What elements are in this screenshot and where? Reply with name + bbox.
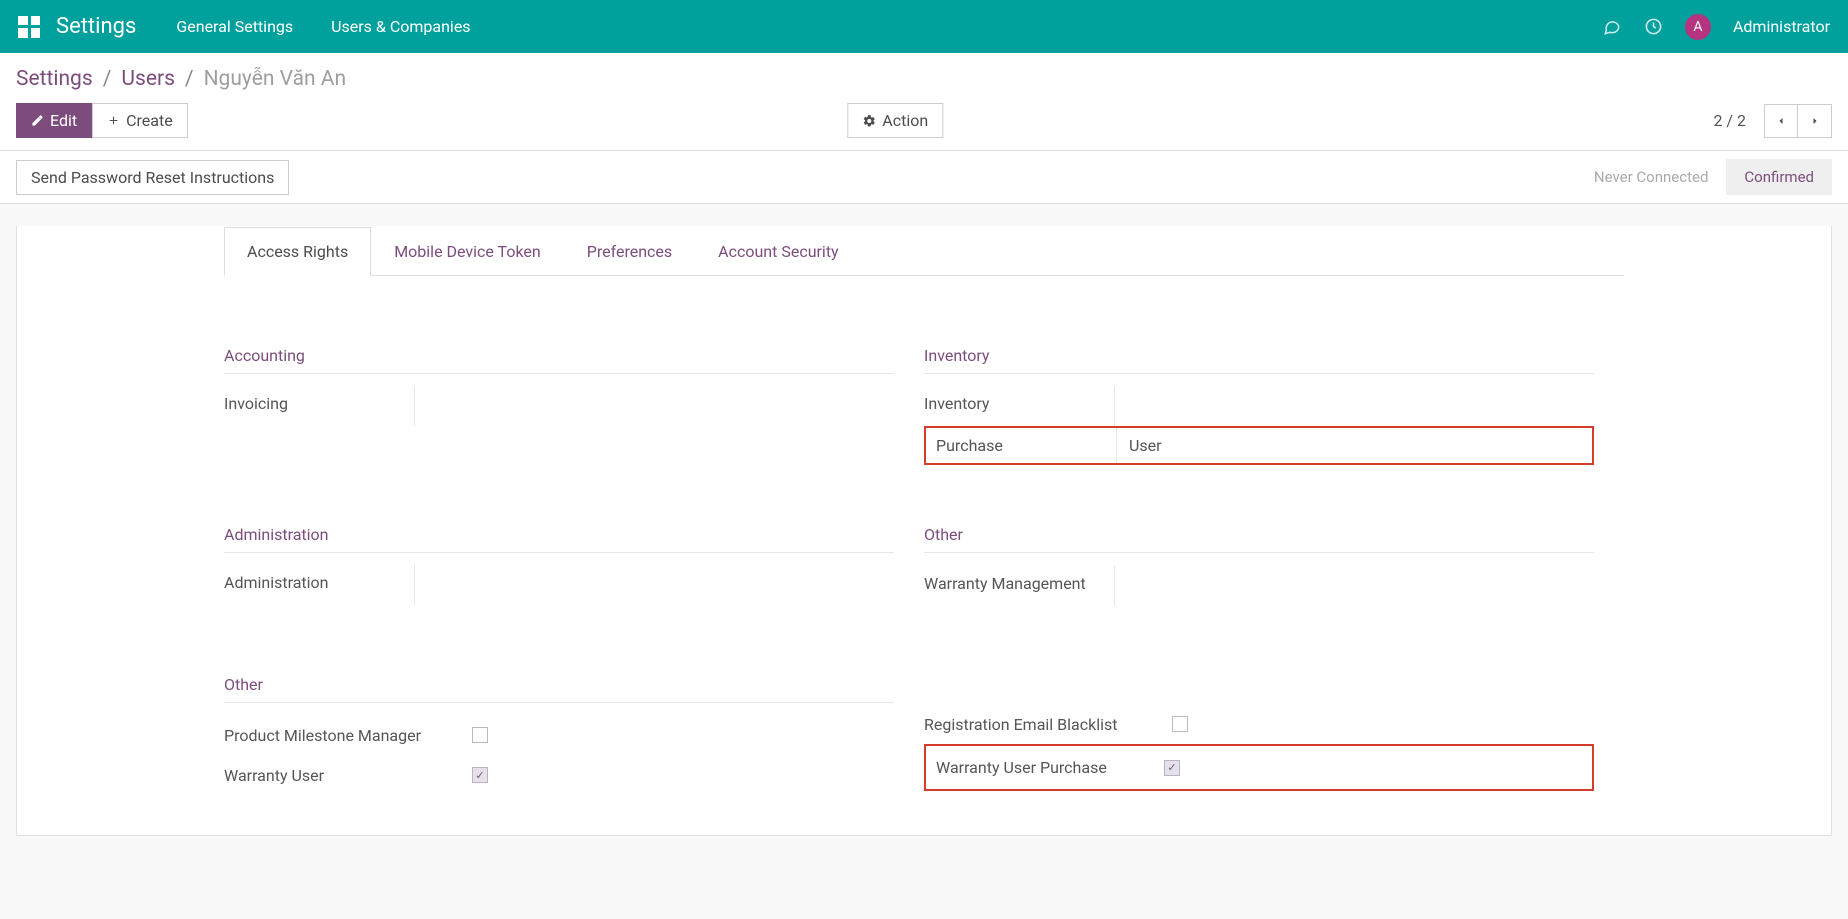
pager-prev[interactable] xyxy=(1764,104,1798,138)
checkbox-warranty-user-purchase[interactable] xyxy=(1164,760,1180,776)
pencil-icon xyxy=(31,114,44,127)
chevron-left-icon xyxy=(1775,114,1787,128)
status-confirmed: Confirmed xyxy=(1726,159,1832,195)
highlight-warranty-user-purchase: Warranty User Purchase xyxy=(924,744,1594,791)
apps-icon[interactable] xyxy=(18,16,40,38)
field-registration-email-blacklist: Registration Email Blacklist xyxy=(924,704,1594,744)
menu-general-settings[interactable]: General Settings xyxy=(176,17,293,36)
app-title: Settings xyxy=(56,14,136,39)
breadcrumb-root[interactable]: Settings xyxy=(16,67,93,91)
clock-icon[interactable] xyxy=(1644,17,1663,36)
tabs: Access Rights Mobile Device Token Prefer… xyxy=(224,226,1624,276)
field-warranty-management-value[interactable] xyxy=(1114,565,1594,605)
chevron-right-icon xyxy=(1809,114,1821,128)
breadcrumb: Settings / Users / Nguyễn Văn An xyxy=(16,67,1832,91)
checkbox-product-milestone-manager[interactable] xyxy=(472,727,488,743)
field-inventory: Inventory xyxy=(924,386,1594,426)
section-accounting: Accounting xyxy=(224,346,894,374)
breadcrumb-bar: Settings / Users / Nguyễn Văn An xyxy=(0,53,1848,91)
action-bar: Edit Create Action 2 / 2 xyxy=(0,91,1848,151)
section-other-right: Other xyxy=(924,525,1594,553)
create-button[interactable]: Create xyxy=(92,103,188,138)
avatar[interactable]: A xyxy=(1685,14,1711,40)
section-other-bottom: Other xyxy=(224,675,894,703)
field-warranty-user: Warranty User xyxy=(224,755,894,795)
field-invoicing-value[interactable] xyxy=(414,386,894,426)
field-administration-value[interactable] xyxy=(414,565,894,605)
edit-button[interactable]: Edit xyxy=(16,103,92,138)
tab-account-security[interactable]: Account Security xyxy=(695,227,861,276)
plus-icon xyxy=(107,114,120,127)
menu-users-companies[interactable]: Users & Companies xyxy=(331,17,470,36)
tab-mobile-device-token[interactable]: Mobile Device Token xyxy=(371,227,564,276)
top-menu: General Settings Users & Companies xyxy=(176,17,470,36)
pager-next[interactable] xyxy=(1798,104,1832,138)
username[interactable]: Administrator xyxy=(1733,17,1830,36)
field-invoicing: Invoicing xyxy=(224,386,894,426)
checkbox-warranty-user[interactable] xyxy=(472,767,488,783)
messages-icon[interactable] xyxy=(1602,18,1622,36)
tab-preferences[interactable]: Preferences xyxy=(564,227,695,276)
field-product-milestone-manager: Product Milestone Manager xyxy=(224,715,894,755)
section-administration: Administration xyxy=(224,525,894,553)
pager-text: 2 / 2 xyxy=(1713,111,1746,130)
field-purchase-value[interactable]: User xyxy=(1116,428,1592,463)
breadcrumb-current: Nguyễn Văn An xyxy=(204,67,347,91)
field-administration: Administration xyxy=(224,565,894,605)
breadcrumb-section[interactable]: Users xyxy=(121,67,175,91)
form-sheet: Access Rights Mobile Device Token Prefer… xyxy=(16,226,1832,836)
send-password-reset-button[interactable]: Send Password Reset Instructions xyxy=(16,160,289,195)
field-inventory-value[interactable] xyxy=(1114,386,1594,426)
action-button[interactable]: Action xyxy=(847,103,943,138)
field-purchase-label: Purchase xyxy=(926,428,1116,463)
highlight-purchase: Purchase User xyxy=(924,426,1594,465)
field-warranty-management: Warranty Management xyxy=(924,565,1594,605)
section-inventory: Inventory xyxy=(924,346,1594,374)
topbar: Settings General Settings Users & Compan… xyxy=(0,0,1848,53)
tab-access-rights[interactable]: Access Rights xyxy=(224,227,371,276)
topbar-right: A Administrator xyxy=(1602,14,1830,40)
checkbox-registration-email-blacklist[interactable] xyxy=(1172,716,1188,732)
status-never-connected: Never Connected xyxy=(1576,159,1727,195)
pager: 2 / 2 xyxy=(1713,104,1832,138)
gear-icon xyxy=(862,114,876,128)
status-bar: Send Password Reset Instructions Never C… xyxy=(0,151,1848,204)
